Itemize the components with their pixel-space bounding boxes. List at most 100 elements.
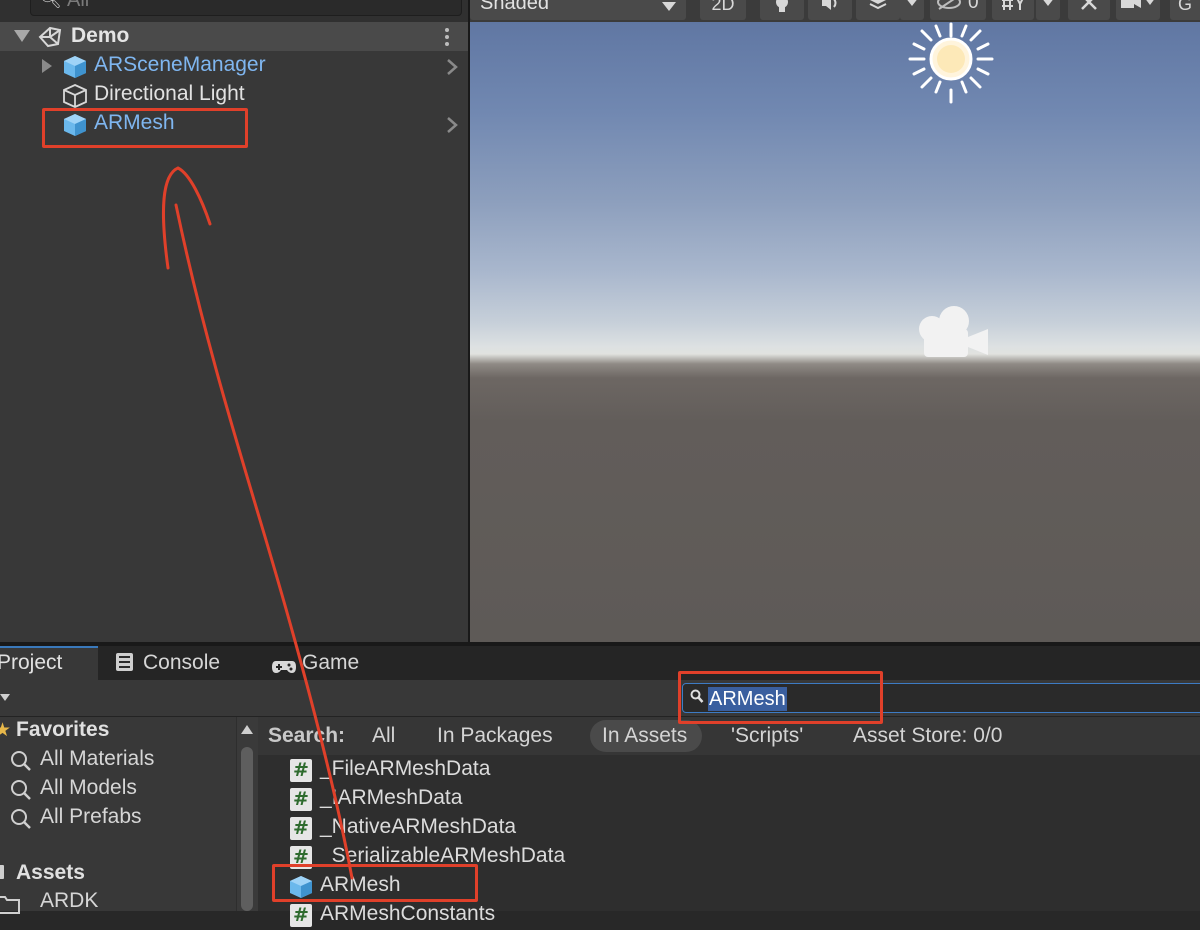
hierarchy-item-label: ARSceneManager <box>94 53 266 76</box>
favorite-item-label: All Materials <box>40 747 155 770</box>
filter-all[interactable]: All <box>372 724 395 748</box>
filter-scripts[interactable]: 'Scripts' <box>731 724 803 748</box>
filter-in-packages[interactable]: In Packages <box>437 724 553 748</box>
create-dropdown-icon[interactable] <box>0 694 10 701</box>
lightbulb-icon <box>776 0 788 12</box>
project-search-field[interactable]: ARMesh <box>682 683 1200 713</box>
shading-mode-dropdown[interactable]: Shaded <box>470 0 686 20</box>
grid-icon <box>1002 0 1024 10</box>
search-filter-bar: Search: All In Packages In Assets 'Scrip… <box>258 717 1200 755</box>
hierarchy-item-label: ARMesh <box>94 111 175 134</box>
scene-header-row[interactable]: Demo <box>0 22 468 51</box>
hierarchy-item-arscenemanager[interactable]: ARSceneManager <box>0 51 468 80</box>
chevron-right-icon[interactable] <box>446 58 458 81</box>
tab-console[interactable]: Console <box>110 646 240 680</box>
expand-triangle-icon[interactable] <box>14 30 30 42</box>
scene-name: Demo <box>71 24 130 47</box>
favorites-header[interactable]: ★ Favorites <box>0 718 109 742</box>
speaker-icon <box>822 0 837 10</box>
tab-label: Project <box>0 651 63 674</box>
result-label: _SerializableARMeshData <box>320 844 566 867</box>
hidden-eye-icon <box>937 0 961 10</box>
tools-icon <box>1081 0 1097 10</box>
sun-icon[interactable] <box>908 22 994 109</box>
tab-game[interactable]: Game <box>268 646 378 680</box>
hierarchy-search-bar: 🔍︎ All <box>0 0 468 22</box>
scene-menu-icon[interactable] <box>437 27 457 47</box>
search-icon <box>11 751 31 771</box>
unity-logo-icon <box>38 26 62 53</box>
chevron-down-icon <box>1144 0 1156 5</box>
gizmos-label: G <box>1178 0 1193 14</box>
favorites-title: Favorites <box>16 718 110 741</box>
project-search-input[interactable] <box>707 686 1187 710</box>
favorite-item-label: All Models <box>40 776 137 799</box>
hierarchy-item-label: Directional Light <box>94 82 245 105</box>
effects-dropdown-button[interactable] <box>900 0 924 20</box>
effects-toggle-button[interactable] <box>856 0 900 20</box>
search-icon <box>11 780 31 800</box>
shading-mode-value: Shaded <box>480 0 549 14</box>
panel-divider[interactable] <box>468 0 470 642</box>
chevron-down-icon <box>1041 0 1055 6</box>
prefab-cube-icon <box>290 876 312 898</box>
script-hash-icon: # <box>290 904 312 927</box>
search-icon <box>690 689 704 703</box>
script-hash-icon: # <box>290 759 312 782</box>
hierarchy-item-directional-light[interactable]: Directional Light <box>0 80 468 109</box>
assets-header[interactable]: Assets <box>0 861 85 885</box>
hidden-count: 0 <box>968 0 979 13</box>
camera-settings-button[interactable] <box>1116 0 1160 20</box>
hierarchy-panel: 🔍︎ All Demo ARSceneManager Directional L… <box>0 0 468 642</box>
folder-icon <box>0 865 4 879</box>
camera-icon[interactable] <box>912 303 992 368</box>
tab-project[interactable]: Project <box>0 646 98 680</box>
prefab-cube-icon <box>62 112 88 143</box>
scroll-up-icon[interactable] <box>241 725 253 734</box>
result-label: _IARMeshData <box>320 786 463 809</box>
scene-toolbar: Shaded 2D 0 G <box>470 0 1200 22</box>
project-folder-tree: ★ Favorites All Materials All Models All… <box>0 717 236 914</box>
script-hash-icon: # <box>290 846 312 869</box>
scrollbar-thumb[interactable] <box>241 747 253 911</box>
script-hash-icon: # <box>290 817 312 840</box>
scene-visibility-button[interactable]: 0 <box>930 0 986 20</box>
chevron-right-icon[interactable] <box>446 116 458 139</box>
bottom-tab-bar: Project Console Game <box>0 646 1200 680</box>
folder-tree-scrollbar[interactable] <box>236 717 258 911</box>
fold-arrow-icon[interactable] <box>42 59 52 73</box>
result-label: _FileARMeshData <box>320 757 491 780</box>
grid-dropdown-button[interactable] <box>1036 0 1060 20</box>
grid-snap-button[interactable] <box>992 0 1034 20</box>
script-hash-icon: # <box>290 788 312 811</box>
search-filter-label: Search: <box>268 724 346 747</box>
asset-folder-label: ARDK <box>40 889 99 912</box>
filter-asset-store[interactable]: Asset Store: 0/0 <box>853 724 1002 748</box>
tools-button[interactable] <box>1068 0 1110 20</box>
chevron-down-icon <box>905 0 919 6</box>
filter-in-assets[interactable]: In Assets <box>602 724 687 748</box>
result-label: _NativeARMeshData <box>320 815 517 838</box>
tab-label: Game <box>302 651 360 674</box>
console-icon <box>116 653 133 671</box>
search-icon: 🔍︎ <box>39 0 62 10</box>
hierarchy-item-armesh[interactable]: ARMesh <box>0 109 468 138</box>
assets-title: Assets <box>16 861 85 884</box>
scene-view[interactable] <box>470 22 1200 642</box>
project-toolbar: ARMesh <box>0 680 1200 717</box>
audio-toggle-button[interactable] <box>808 0 852 20</box>
lighting-toggle-button[interactable] <box>760 0 804 20</box>
folder-icon <box>0 896 20 914</box>
hierarchy-search-placeholder: All <box>67 0 90 11</box>
layers-icon <box>869 0 887 10</box>
hierarchy-search-input[interactable]: 🔍︎ All <box>30 0 462 16</box>
gizmos-button[interactable]: G <box>1170 0 1200 20</box>
favorite-item-label: All Prefabs <box>40 805 142 828</box>
chevron-down-icon <box>662 2 676 11</box>
tab-label: Console <box>143 651 221 674</box>
2d-toggle-label: 2D <box>711 0 735 14</box>
star-icon: ★ <box>0 720 12 741</box>
search-icon <box>11 809 31 829</box>
2d-toggle-button[interactable]: 2D <box>700 0 746 20</box>
video-camera-icon <box>1121 0 1141 8</box>
